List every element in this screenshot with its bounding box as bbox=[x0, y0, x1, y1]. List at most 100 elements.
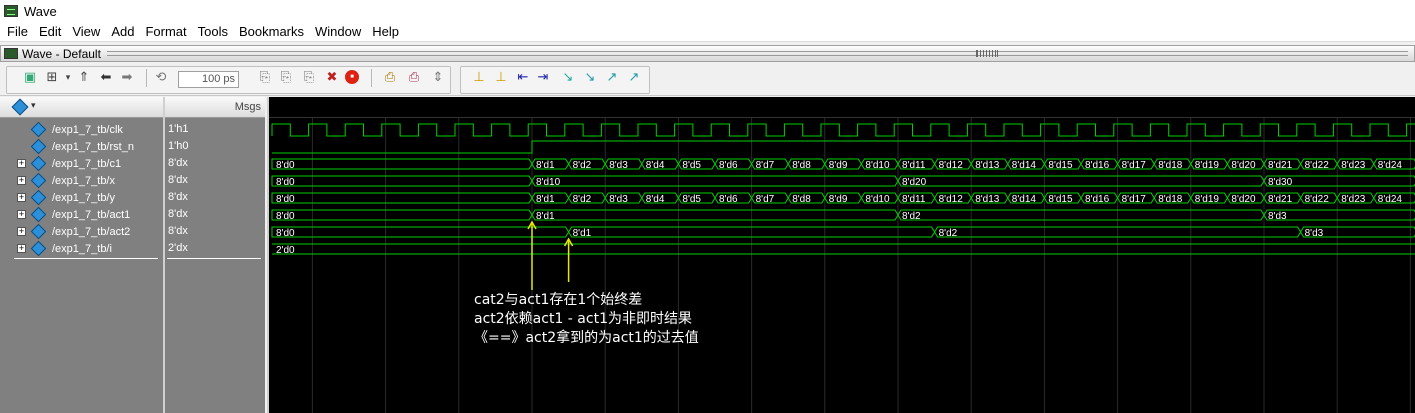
add-wave-icon[interactable]: ▣ bbox=[22, 69, 38, 85]
y-bus-label: 8'd13 bbox=[975, 194, 1000, 205]
msgs-label: Msgs bbox=[234, 101, 261, 113]
values-pane[interactable]: Msgs 1'h1 1'h0 8'dx 8'dx 8'dx 8'dx 8'dx 2'dx bbox=[163, 97, 265, 413]
act1-bus-segment bbox=[531, 209, 899, 221]
signal-row[interactable]: /exp1_7_tb/rst_n bbox=[0, 138, 163, 155]
window-titlebar: Wave bbox=[0, 0, 1415, 22]
run-length-input[interactable]: 100 ps bbox=[178, 71, 239, 88]
stop-icon[interactable]: ■ bbox=[345, 70, 359, 84]
signal-list-pane[interactable]: ▾ /exp1_7_tb/clk/exp1_7_tb/rst_n + /exp1_7… bbox=[0, 97, 163, 413]
y-bus-label: 8'd6 bbox=[719, 194, 738, 205]
expand-plus-icon[interactable]: + bbox=[17, 244, 26, 253]
signal-name[interactable]: /exp1_7_tb/clk bbox=[52, 124, 123, 136]
menu-bookmarks[interactable]: Bookmarks bbox=[235, 24, 311, 39]
annotation-line-2: act2依赖act1 - act1为非即时结果 bbox=[474, 311, 692, 327]
next-transition-icon[interactable]: ⇥ bbox=[535, 69, 551, 85]
signal-value: 2'dx bbox=[168, 242, 188, 254]
y-bus-label: 8'd1 bbox=[536, 194, 555, 205]
signal-tree-icon[interactable] bbox=[11, 98, 29, 116]
toolbar: ▣ ⊞ ▾ ⇑ ⬅ ➡ ⟲ 100 ps ⎘ ⎘ ⎘ ✖ ■ ⎙ ⎙ ⇕ ⊥ ⊥… bbox=[0, 63, 1415, 96]
back-arrow-icon[interactable]: ⬅ bbox=[98, 69, 114, 85]
pane-grip-handle[interactable] bbox=[976, 50, 998, 57]
signal-name[interactable]: /exp1_7_tb/y bbox=[52, 192, 115, 204]
forward-arrow-icon[interactable]: ➡ bbox=[119, 69, 135, 85]
x-bus-segment bbox=[271, 175, 533, 187]
signal-value: 8'dx bbox=[168, 208, 188, 220]
y-bus-label: 8'd18 bbox=[1158, 194, 1183, 205]
act1-bus-label: 8'd2 bbox=[902, 211, 921, 222]
step-over-icon[interactable]: ⎙ bbox=[406, 69, 422, 85]
signal-name[interactable]: /exp1_7_tb/x bbox=[52, 175, 115, 187]
signal-row[interactable]: + /exp1_7_tb/x bbox=[0, 172, 163, 189]
i-bus bbox=[272, 243, 1415, 255]
signal-name[interactable]: /exp1_7_tb/rst_n bbox=[52, 141, 134, 153]
menu-edit[interactable]: Edit bbox=[35, 24, 68, 39]
signal-value: 8'dx bbox=[168, 174, 188, 186]
signal-name[interactable]: /exp1_7_tb/i bbox=[52, 243, 112, 255]
c1-bus-label: 8'd9 bbox=[829, 160, 848, 171]
act2-bus-label: 8'd1 bbox=[573, 228, 592, 239]
signal-name[interactable]: /exp1_7_tb/act2 bbox=[52, 226, 130, 238]
signal-row[interactable]: + /exp1_7_tb/act2 bbox=[0, 223, 163, 240]
y-bus-label: 8'd0 bbox=[276, 194, 295, 205]
insert-cursor-icon[interactable]: ⊥ bbox=[471, 69, 487, 85]
c1-bus-label: 8'd15 bbox=[1048, 160, 1073, 171]
c1-bus-label: 8'd5 bbox=[682, 160, 701, 171]
expand-plus-icon[interactable]: + bbox=[17, 193, 26, 202]
signal-diamond-icon bbox=[30, 206, 47, 223]
restart-icon[interactable]: ⟲ bbox=[153, 69, 169, 85]
next-rising-edge-icon[interactable]: ↗ bbox=[626, 69, 642, 85]
signal-row[interactable]: /exp1_7_tb/clk bbox=[0, 121, 163, 138]
menu-window[interactable]: Window bbox=[311, 24, 368, 39]
dropdown-arrow-icon[interactable]: ▾ bbox=[60, 69, 76, 85]
menu-help[interactable]: Help bbox=[368, 24, 406, 39]
c1-bus-label: 8'd2 bbox=[573, 160, 592, 171]
x-bus-label: 8'd0 bbox=[276, 177, 295, 188]
signal-value: 8'dx bbox=[168, 191, 188, 203]
act1-bus-segment bbox=[897, 209, 1265, 221]
c1-bus-label: 8'd23 bbox=[1341, 160, 1366, 171]
run-icon[interactable]: ⎘ bbox=[257, 69, 273, 85]
y-bus-segment bbox=[271, 192, 533, 204]
act1-bus-label: 8'd0 bbox=[276, 211, 295, 222]
prev-rising-edge-icon[interactable]: ↗ bbox=[604, 69, 620, 85]
pane-drag-grip[interactable] bbox=[106, 51, 1408, 56]
expand-plus-icon[interactable]: + bbox=[17, 159, 26, 168]
x-bus-segment bbox=[531, 175, 899, 187]
chevron-down-icon[interactable]: ▾ bbox=[31, 100, 36, 111]
step-icon[interactable]: ⎙ bbox=[382, 69, 398, 85]
signal-row[interactable]: + /exp1_7_tb/i bbox=[0, 240, 163, 257]
step-out-icon[interactable]: ⇕ bbox=[430, 69, 446, 85]
signal-row[interactable]: + /exp1_7_tb/act1 bbox=[0, 206, 163, 223]
expand-plus-icon[interactable]: + bbox=[17, 227, 26, 236]
prev-falling-edge-icon[interactable]: ↘ bbox=[560, 69, 576, 85]
signal-diamond-icon bbox=[30, 189, 47, 206]
signal-name[interactable]: /exp1_7_tb/c1 bbox=[52, 158, 121, 170]
waveform-pane[interactable]: 8'd0 8'd1 8'd2 8'd3 8'd4 8'd5 8'd6 8'd7 8'd8 8'd9… bbox=[267, 97, 1415, 413]
waveform-canvas[interactable]: 8'd0 8'd1 8'd2 8'd3 8'd4 8'd5 8'd6 8'd7 8'd8 8'd9… bbox=[269, 118, 1415, 413]
signal-name[interactable]: /exp1_7_tb/act1 bbox=[52, 209, 130, 221]
menu-file[interactable]: File bbox=[3, 24, 35, 39]
run-all-icon[interactable]: ⎘ bbox=[301, 69, 317, 85]
y-bus-label: 8'd10 bbox=[865, 194, 890, 205]
y-bus-label: 8'd3 bbox=[609, 194, 628, 205]
c1-bus-label: 8'd1 bbox=[536, 160, 555, 171]
y-bus-label: 8'd11 bbox=[902, 194, 926, 205]
break-icon[interactable]: ✖ bbox=[324, 69, 340, 85]
signal-row[interactable]: + /exp1_7_tb/y bbox=[0, 189, 163, 206]
next-falling-edge-icon[interactable]: ↘ bbox=[582, 69, 598, 85]
menu-tools[interactable]: Tools bbox=[194, 24, 235, 39]
menu-format[interactable]: Format bbox=[141, 24, 193, 39]
delete-cursor-icon[interactable]: ⊥ bbox=[493, 69, 509, 85]
menu-add[interactable]: Add bbox=[107, 24, 141, 39]
signal-value: 1'h0 bbox=[168, 140, 189, 152]
expand-plus-icon[interactable]: + bbox=[17, 210, 26, 219]
y-bus-label: 8'd17 bbox=[1122, 194, 1147, 205]
pane-titlebar[interactable]: Wave - Default bbox=[0, 45, 1415, 62]
prev-transition-icon[interactable]: ⇤ bbox=[515, 69, 531, 85]
signal-row[interactable]: + /exp1_7_tb/c1 bbox=[0, 155, 163, 172]
format-icon[interactable]: ⊞ bbox=[44, 69, 60, 85]
expand-plus-icon[interactable]: + bbox=[17, 176, 26, 185]
menu-view[interactable]: View bbox=[68, 24, 107, 39]
find-up-icon[interactable]: ⇑ bbox=[76, 69, 92, 85]
continue-icon[interactable]: ⎘ bbox=[278, 69, 294, 85]
